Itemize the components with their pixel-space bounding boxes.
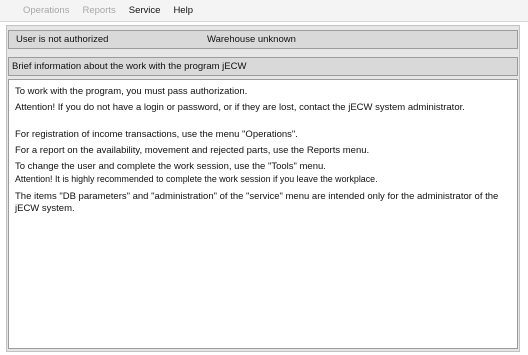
info-paragraph: To change the user and complete the work… <box>15 161 326 172</box>
panel-title: Brief information about the work with th… <box>12 61 247 72</box>
status-bar: User is not authorized Warehouse unknown <box>8 30 518 49</box>
user-status: User is not authorized <box>16 34 109 45</box>
info-paragraph: Attention! It is highly recommended to c… <box>15 174 378 184</box>
info-paragraph: Attention! If you do not have a login or… <box>15 102 465 113</box>
menu-reports[interactable]: Reports <box>82 5 115 16</box>
info-paragraph: For registration of income transactions,… <box>15 129 298 140</box>
info-paragraph: The items "DB parameters" and "administr… <box>15 191 499 214</box>
info-text-area[interactable]: To work with the program, you must pass … <box>8 79 518 349</box>
menu-operations[interactable]: Operations <box>23 5 69 16</box>
menu-service[interactable]: Service <box>129 5 161 16</box>
menu-bar: Operations Reports Service Help <box>0 0 528 22</box>
menu-help[interactable]: Help <box>173 5 193 16</box>
warehouse-status: Warehouse unknown <box>207 34 296 45</box>
info-paragraph: To work with the program, you must pass … <box>15 86 248 97</box>
info-paragraph: For a report on the availability, moveme… <box>15 145 370 156</box>
panel-title-bar: Brief information about the work with th… <box>8 57 518 76</box>
main-window: User is not authorized Warehouse unknown… <box>6 25 520 352</box>
